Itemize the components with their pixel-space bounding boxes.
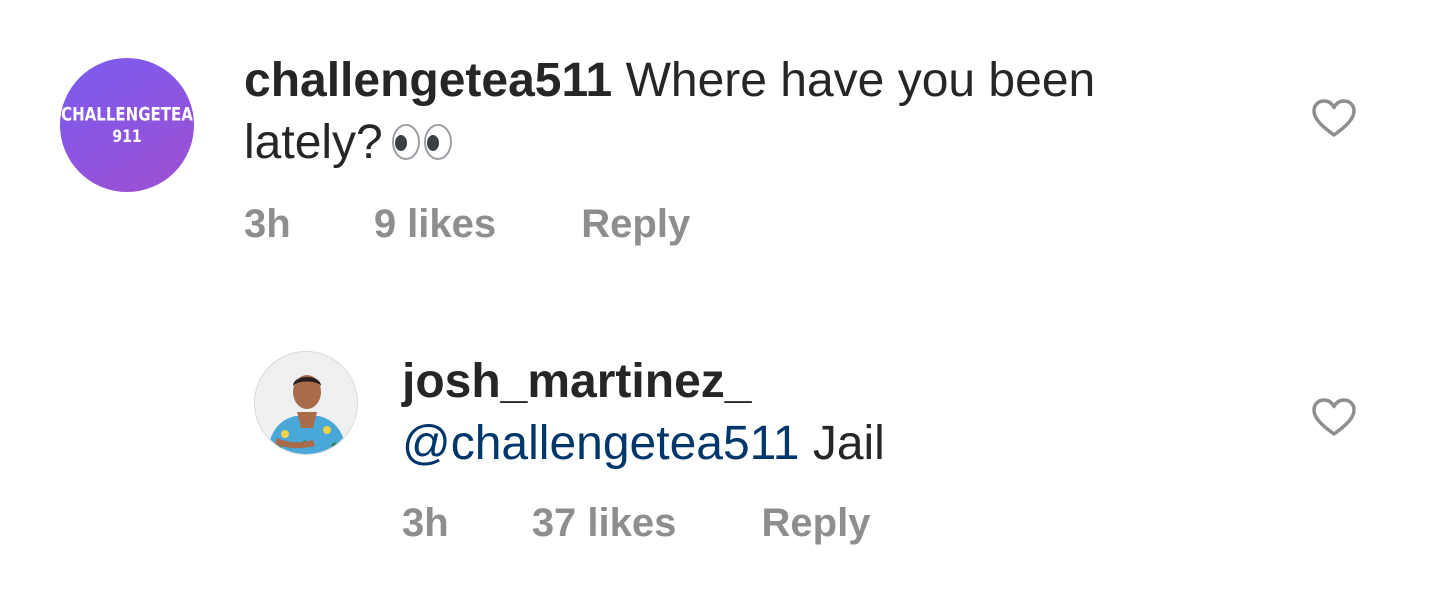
comment-time: 3h	[244, 202, 291, 246]
reply-button[interactable]: Reply	[581, 200, 690, 248]
comment-text: Where have you been	[612, 54, 1096, 107]
comment-username[interactable]: josh_martinez_	[402, 355, 751, 408]
avatar[interactable]	[254, 351, 358, 455]
comment-meta: 3h 9 likes Reply	[244, 200, 690, 248]
mention-link[interactable]: @challengetea511	[402, 417, 799, 470]
avatar-subtext: 911	[112, 127, 142, 147]
comment-text-continued: lately?	[244, 116, 383, 169]
eyes-icon	[391, 116, 453, 178]
avatar-text: CHALLENGETEA	[61, 102, 193, 126]
comment-meta: 3h 37 likes Reply	[402, 499, 870, 547]
comment-likes[interactable]: 37 likes	[532, 499, 677, 547]
comment-time: 3h	[402, 501, 449, 545]
heart-icon[interactable]	[1312, 398, 1356, 438]
comment-body: josh_martinez_ @challengetea511 Jail	[402, 351, 1302, 475]
comment-text: Jail	[799, 417, 885, 470]
reply-button[interactable]: Reply	[762, 499, 871, 547]
comment-body: challengetea511 Where have you been late…	[244, 50, 1284, 178]
comment-username[interactable]: challengetea511	[244, 54, 612, 107]
heart-icon[interactable]	[1312, 99, 1356, 139]
comment-likes[interactable]: 9 likes	[374, 200, 496, 248]
avatar[interactable]: CHALLENGETEA 911	[60, 58, 194, 192]
